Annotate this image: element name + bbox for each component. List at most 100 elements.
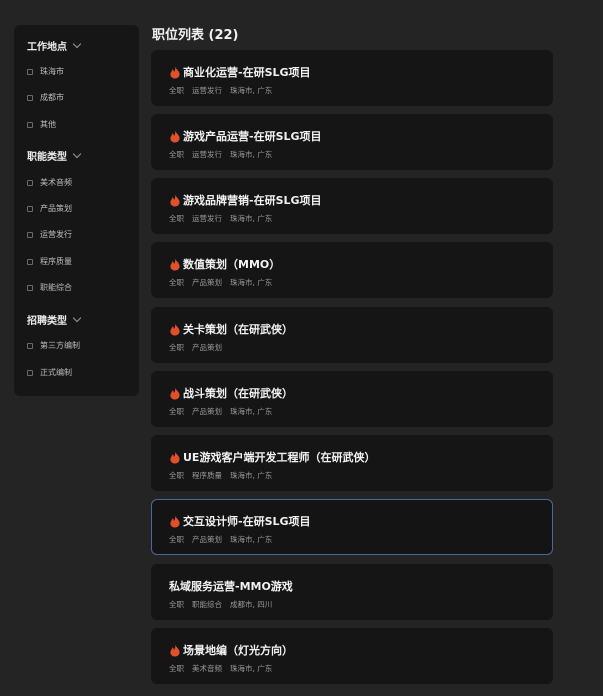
fire-icon (169, 66, 181, 79)
filter-option[interactable]: 其他 (27, 119, 56, 130)
job-card-title: 数值策划（MMO） (169, 256, 280, 272)
job-location: 珠海市, 广东 (230, 471, 273, 480)
fire-icon (169, 130, 181, 143)
job-card-meta: 全职 运营发行 珠海市, 广东 (169, 213, 272, 224)
filter-sidebar: 工作地点 珠海市 成都市 其他 职能类型 美术音频 产品策划 运营发行 程序质量… (14, 25, 139, 396)
job-card-meta: 全职 美术音频 珠海市, 广东 (169, 663, 272, 674)
fire-icon (169, 515, 181, 528)
checkbox[interactable] (27, 121, 33, 128)
job-type: 全职 (169, 407, 184, 416)
chevron-down-icon (72, 149, 82, 159)
job-location: 成都市, 四川 (230, 600, 273, 609)
filter-option-label: 程序质量 (40, 257, 72, 266)
job-title-text: 游戏品牌营销-在研SLG项目 (183, 194, 322, 207)
filter-option[interactable]: 第三方编制 (27, 340, 80, 351)
job-card-title: UE游戏客户端开发工程师（在研武侠） (169, 449, 375, 465)
job-location: 珠海市, 广东 (230, 214, 273, 223)
filter-option-label: 产品策划 (40, 204, 72, 213)
job-category: 程序质量 (192, 471, 222, 480)
job-card[interactable]: 战斗策划（在研武侠） 全职 产品策划 珠海市, 广东 (151, 371, 553, 427)
filter-option[interactable]: 职能综合 (27, 282, 72, 293)
checkbox[interactable] (27, 205, 33, 212)
fire-icon (169, 451, 181, 464)
job-location: 珠海市, 广东 (230, 407, 273, 416)
fire-icon (169, 258, 181, 271)
filter-option-label: 其他 (40, 120, 56, 129)
checkbox[interactable] (27, 68, 33, 75)
job-location: 珠海市, 广东 (230, 278, 273, 287)
filter-option-label: 珠海市 (40, 67, 64, 76)
job-type: 全职 (169, 664, 184, 673)
checkbox[interactable] (27, 94, 33, 101)
checkbox[interactable] (27, 369, 33, 376)
job-title-text: 游戏产品运营-在研SLG项目 (183, 130, 322, 143)
filter-group-function[interactable]: 职能类型 (27, 148, 82, 163)
checkbox[interactable] (27, 342, 33, 349)
job-type: 全职 (169, 214, 184, 223)
filter-option-label: 职能综合 (40, 283, 72, 292)
fire-icon (169, 323, 181, 336)
checkbox[interactable] (27, 179, 33, 186)
fire-icon (169, 194, 181, 207)
job-card-meta: 全职 职能综合 成都市, 四川 (169, 599, 272, 610)
job-card[interactable]: 交互设计师-在研SLG项目全职 产品策划 珠海市, 广东 (151, 499, 553, 555)
fire-icon (169, 644, 181, 657)
filter-group-recruit-type[interactable]: 招聘类型 (27, 312, 82, 327)
job-title-text: 交互设计师-在研SLG项目 (183, 515, 311, 528)
filter-option[interactable]: 程序质量 (27, 256, 72, 267)
filter-option-label: 运营发行 (40, 230, 72, 239)
job-card[interactable]: 数值策划（MMO） 全职 产品策划 珠海市, 广东 (151, 242, 553, 298)
job-card-meta: 全职 运营发行 珠海市, 广东 (169, 85, 272, 96)
job-type: 全职 (169, 150, 184, 159)
job-type: 全职 (169, 471, 184, 480)
chevron-down-icon (72, 39, 82, 49)
job-card-title: 私域服务运营-MMO游戏 (169, 578, 293, 594)
filter-option-label: 第三方编制 (40, 341, 80, 350)
filter-group-label: 招聘类型 (27, 316, 67, 327)
filter-option-label: 美术音频 (40, 178, 72, 187)
job-title-text: 私域服务运营-MMO游戏 (169, 580, 293, 593)
job-category: 职能综合 (192, 600, 222, 609)
filter-group-label: 工作地点 (27, 42, 67, 53)
job-location: 珠海市, 广东 (230, 664, 273, 673)
checkbox[interactable] (27, 231, 33, 238)
job-card-title: 游戏品牌营销-在研SLG项目 (169, 192, 322, 208)
job-location: 珠海市, 广东 (230, 535, 273, 544)
job-card[interactable]: 私域服务运营-MMO游戏 全职 职能综合 成都市, 四川 (151, 564, 553, 620)
job-category: 产品策划 (192, 343, 222, 352)
job-card[interactable]: 关卡策划（在研武侠） 全职 产品策划 (151, 307, 553, 363)
filter-option[interactable]: 产品策划 (27, 203, 72, 214)
filter-option[interactable]: 珠海市 (27, 66, 64, 77)
job-card-meta: 全职 产品策划 珠海市, 广东 (169, 277, 272, 288)
fire-icon (169, 387, 181, 400)
job-location: 珠海市, 广东 (230, 86, 273, 95)
job-category: 运营发行 (192, 150, 222, 159)
job-category: 运营发行 (192, 86, 222, 95)
checkbox[interactable] (27, 258, 33, 265)
filter-group-location[interactable]: 工作地点 (27, 38, 82, 53)
job-card[interactable]: 游戏产品运营-在研SLG项目 全职 运营发行 珠海市, 广东 (151, 114, 553, 170)
job-title-text: 数值策划（MMO） (183, 258, 281, 271)
filter-option[interactable]: 美术音频 (27, 177, 72, 188)
filter-group-label: 职能类型 (27, 152, 67, 163)
job-card-title: 游戏产品运营-在研SLG项目 (169, 128, 322, 144)
filter-option[interactable]: 运营发行 (27, 229, 72, 240)
filter-option[interactable]: 正式编制 (27, 367, 72, 378)
filter-option-label: 正式编制 (40, 368, 72, 377)
job-type: 全职 (169, 535, 184, 544)
job-card-meta: 全职 程序质量 珠海市, 广东 (169, 470, 272, 481)
job-category: 美术音频 (192, 664, 222, 673)
job-card-title: 关卡策划（在研武侠） (169, 321, 293, 337)
job-card[interactable]: 场景地编（灯光方向） 全职 美术音频 珠海市, 广东 (151, 628, 553, 684)
filter-option[interactable]: 成都市 (27, 92, 64, 103)
job-card-meta: 全职 产品策划 珠海市, 广东 (169, 534, 272, 545)
job-title-text: 商业化运营-在研SLG项目 (183, 66, 311, 79)
checkbox[interactable] (27, 284, 33, 291)
job-list-title: 职位列表 (22) (152, 28, 239, 43)
job-title-text: 场景地编（灯光方向） (183, 644, 293, 657)
job-card-meta: 全职 产品策划 珠海市, 广东 (169, 406, 272, 417)
job-card[interactable]: 商业化运营-在研SLG项目全职 运营发行 珠海市, 广东 (151, 50, 553, 106)
job-card[interactable]: 游戏品牌营销-在研SLG项目全职 运营发行 珠海市, 广东 (151, 178, 553, 234)
job-type: 全职 (169, 86, 184, 95)
job-card[interactable]: UE游戏客户端开发工程师（在研武侠） 全职 程序质量 珠海市, 广东 (151, 435, 553, 491)
